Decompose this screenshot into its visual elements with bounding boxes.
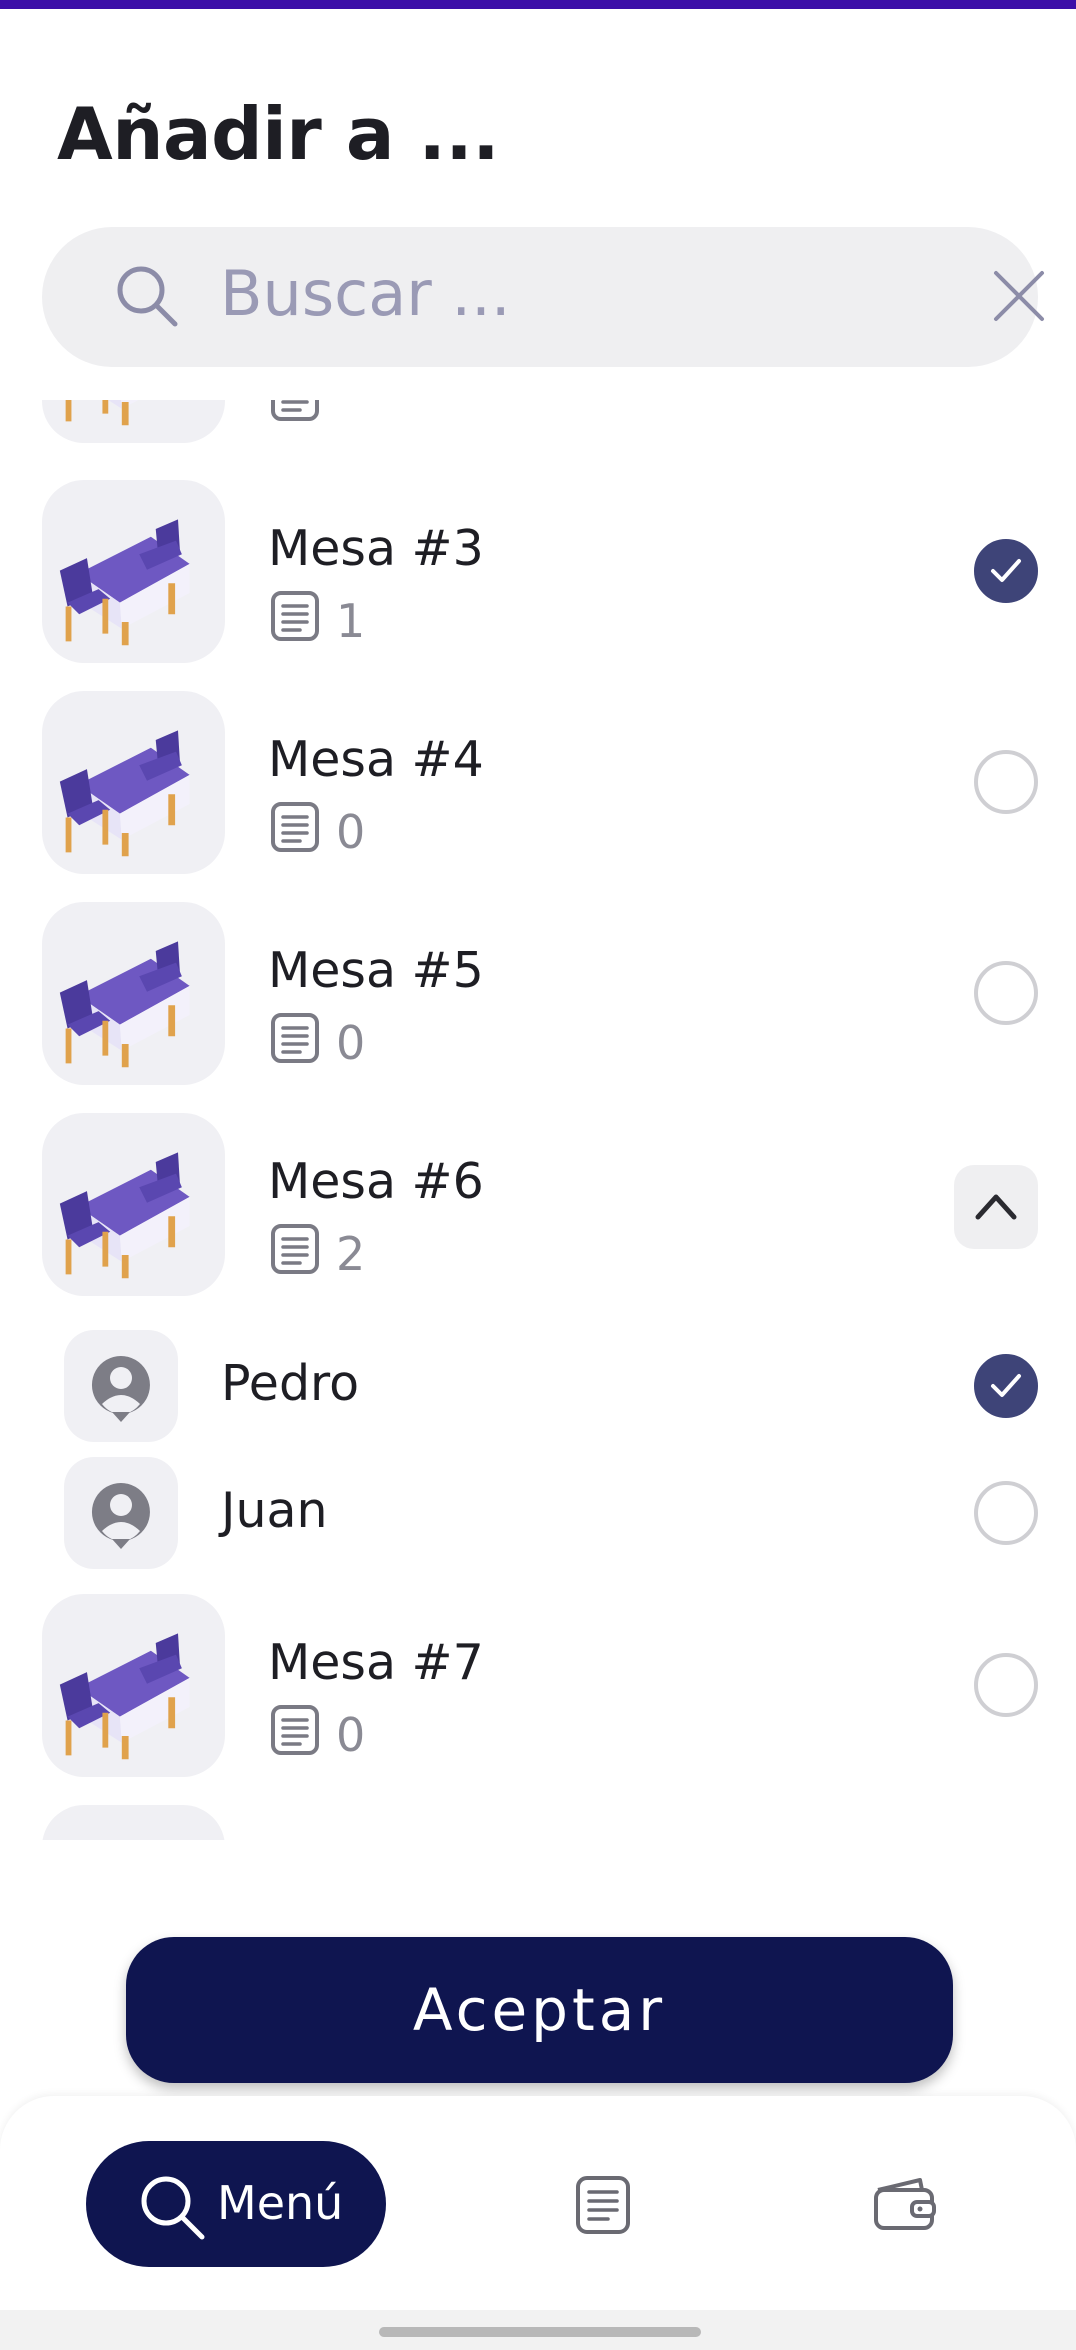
table-icon — [54, 400, 209, 433]
receipt-icon — [270, 1223, 320, 1275]
table-thumbnail — [42, 1113, 225, 1296]
list-item-mesa-6[interactable]: Mesa #6 2 — [0, 1113, 1076, 1303]
select-radio-checked[interactable] — [974, 539, 1038, 603]
check-icon — [990, 1372, 1022, 1400]
receipt-icon[interactable] — [574, 2174, 632, 2236]
select-radio[interactable] — [974, 1653, 1038, 1717]
table-icon — [54, 1131, 209, 1286]
nav-menu-button[interactable]: Menú — [86, 2141, 386, 2267]
list-item-mesa-3[interactable]: Mesa #3 1 — [0, 480, 1076, 670]
order-count-value: 0 — [336, 1708, 366, 1762]
select-radio-checked[interactable] — [974, 1354, 1038, 1418]
list-item-mesa-5[interactable]: Mesa #5 0 — [0, 902, 1076, 1092]
diner-name: Pedro — [221, 1355, 360, 1412]
user-icon — [90, 1481, 152, 1549]
list-item-partial[interactable] — [0, 400, 1076, 450]
select-radio[interactable] — [974, 1481, 1038, 1545]
home-indicator[interactable] — [379, 2327, 701, 2337]
table-thumbnail — [42, 1805, 225, 1840]
table-list[interactable]: Mesa #3 1 Mesa #4 0 Mesa #5 0 Mesa #6 2 … — [0, 400, 1076, 1840]
table-name: Mesa #4 — [268, 731, 484, 788]
table-thumbnail — [42, 691, 225, 874]
check-icon — [990, 557, 1022, 585]
search-input[interactable]: Buscar ... — [220, 257, 511, 330]
close-icon[interactable] — [990, 267, 1048, 325]
receipt-icon — [270, 1012, 320, 1064]
table-icon — [54, 1823, 209, 1840]
order-count-value: 2 — [336, 1227, 366, 1281]
search-bar[interactable]: Buscar ... — [42, 227, 1044, 367]
user-icon — [90, 1354, 152, 1422]
diner-item-pedro[interactable]: Pedro — [0, 1325, 1076, 1445]
list-item-mesa-4[interactable]: Mesa #4 0 — [0, 691, 1076, 881]
accept-button[interactable]: Aceptar — [126, 1937, 953, 2083]
order-count-value: 0 — [336, 1016, 366, 1070]
status-accent-bar — [0, 0, 1076, 9]
receipt-icon — [270, 801, 320, 853]
select-radio[interactable] — [974, 750, 1038, 814]
chevron-up-icon — [975, 1194, 1017, 1220]
collapse-button[interactable] — [954, 1165, 1038, 1249]
table-name: Mesa #6 — [268, 1153, 484, 1210]
search-icon — [117, 266, 178, 327]
receipt-icon — [270, 400, 320, 422]
diner-item-juan[interactable]: Juan — [0, 1452, 1076, 1572]
select-radio[interactable] — [974, 961, 1038, 1025]
receipt-icon — [270, 590, 320, 642]
table-thumbnail — [42, 902, 225, 1085]
list-item-mesa-7[interactable]: Mesa #7 0 — [0, 1594, 1076, 1784]
search-icon — [141, 2176, 205, 2240]
system-gesture-area — [0, 2310, 1076, 2350]
order-count-value: 1 — [336, 594, 366, 648]
table-name: Mesa #5 — [268, 942, 484, 999]
avatar — [64, 1457, 178, 1569]
table-icon — [54, 709, 209, 864]
receipt-icon — [270, 1704, 320, 1756]
diner-name: Juan — [221, 1482, 328, 1539]
table-thumbnail — [42, 480, 225, 663]
page-title: Añadir a ... — [57, 92, 500, 176]
table-icon — [54, 498, 209, 653]
wallet-icon[interactable] — [872, 2176, 938, 2232]
table-thumbnail — [42, 400, 225, 443]
nav-menu-label: Menú — [217, 2176, 344, 2230]
table-name: Mesa #7 — [268, 1634, 484, 1691]
bottom-navigation: Menú — [0, 2096, 1076, 2310]
avatar — [64, 1330, 178, 1442]
table-name: Mesa #3 — [268, 520, 484, 577]
table-thumbnail — [42, 1594, 225, 1777]
list-item-partial[interactable] — [0, 1805, 1076, 1840]
table-icon — [54, 920, 209, 1075]
order-count-value: 0 — [336, 805, 366, 859]
table-icon — [54, 1612, 209, 1767]
